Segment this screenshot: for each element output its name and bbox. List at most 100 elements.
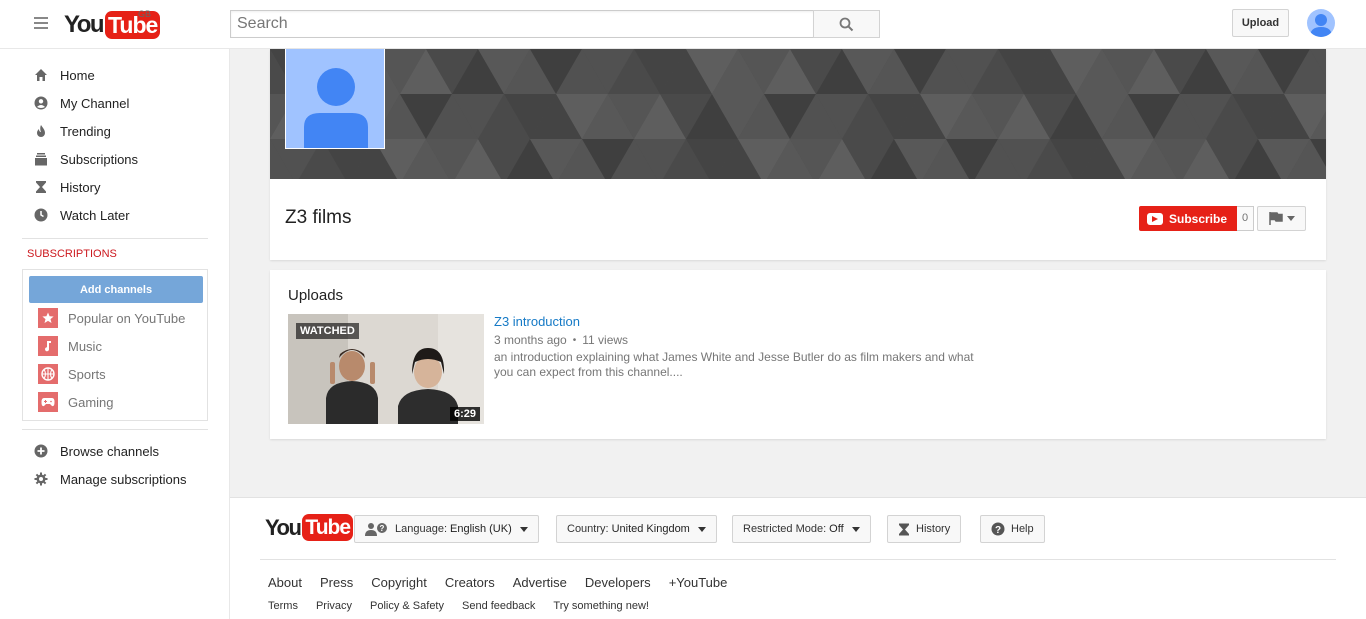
sidebar-item-manage-subscriptions[interactable]: Manage subscriptions [22, 465, 208, 493]
sidebar-item-label: Manage subscriptions [60, 471, 187, 487]
sidebar-item-watch-later[interactable]: Watch Later [22, 201, 208, 229]
sidebar-item-my-channel[interactable]: My Channel [22, 89, 208, 117]
sidebar-item-label: Browse channels [60, 443, 159, 459]
music-note-icon [38, 336, 58, 356]
meta-separator: • [572, 334, 577, 346]
sidebar-item-history[interactable]: History [22, 173, 208, 201]
footer-link-try-something-new[interactable]: Try something new! [553, 600, 649, 612]
sidebar-item-label: My Channel [60, 95, 130, 111]
channel-banner [270, 49, 1326, 179]
flag-icon [1268, 212, 1283, 225]
subscription-label: Gaming [68, 394, 114, 410]
svg-text:?: ? [380, 524, 385, 533]
help-label: Help [1011, 523, 1034, 535]
subscriber-count: 0 [1237, 206, 1255, 231]
footer-link-send-feedback[interactable]: Send feedback [462, 600, 535, 612]
subscription-item-gaming[interactable]: Gaming [38, 391, 114, 413]
footer-link-terms[interactable]: Terms [268, 600, 298, 612]
youtube-logo[interactable]: You Tube GB [64, 9, 161, 40]
restricted-value: Off [829, 523, 844, 535]
upload-button[interactable]: Upload [1232, 9, 1289, 37]
channel-title: Z3 films [285, 207, 352, 228]
video-title-link[interactable]: Z3 introduction [494, 314, 580, 329]
search-box [230, 10, 814, 38]
uploads-title[interactable]: Uploads [288, 287, 343, 304]
chevron-down-icon [697, 526, 706, 532]
add-channels-button[interactable]: Add channels [29, 276, 203, 303]
restricted-label: Restricted Mode: [743, 523, 827, 535]
footer-history-button[interactable]: History [887, 515, 962, 543]
watched-badge: WATCHED [296, 323, 359, 339]
footer-link-creators[interactable]: Creators [445, 575, 495, 590]
footer-link-about[interactable]: About [268, 575, 302, 590]
language-value: English (UK) [450, 523, 512, 535]
video-duration: 6:29 [449, 407, 480, 421]
footer-secondary-links: Terms Privacy Policy & Safety Send feedb… [268, 600, 667, 612]
logo-tube: Tube [105, 11, 161, 39]
subscription-item-sports[interactable]: Sports [38, 363, 106, 385]
account-icon [34, 96, 48, 110]
search-input[interactable] [231, 11, 814, 37]
restricted-mode-button[interactable]: Restricted Mode: Off [732, 515, 871, 543]
youtube-play-icon [1147, 212, 1163, 225]
subscription-item-music[interactable]: Music [38, 335, 102, 357]
sidebar-item-trending[interactable]: Trending [22, 117, 208, 145]
flame-icon [34, 124, 48, 138]
gear-icon [34, 472, 48, 486]
subscribe-button[interactable]: Subscribe 0 [1139, 206, 1255, 231]
footer-link-copyright[interactable]: Copyright [371, 575, 427, 590]
footer-logo[interactable]: You Tube [265, 514, 354, 541]
sidebar-item-label: Watch Later [60, 207, 130, 223]
footer-primary-links: About Press Copyright Creators Advertise… [268, 575, 745, 590]
menu-icon[interactable] [31, 14, 51, 34]
subscription-label: Music [68, 338, 102, 354]
sidebar-divider [22, 238, 208, 239]
subscribe-label-wrap: Subscribe [1139, 206, 1238, 231]
flag-menu-button[interactable] [1257, 206, 1306, 231]
sidebar-item-browse-channels[interactable]: Browse channels [22, 437, 208, 465]
channel-avatar[interactable] [285, 49, 385, 149]
logo-you: You [265, 514, 302, 540]
subscribe-label: Subscribe [1169, 211, 1228, 226]
plus-circle-icon [34, 444, 48, 458]
footer-link-privacy[interactable]: Privacy [316, 600, 352, 612]
search-button[interactable] [813, 10, 880, 38]
avatar-icon [304, 68, 368, 148]
subscription-item-popular[interactable]: Popular on YouTube [38, 307, 185, 329]
masthead: You Tube GB Upload [0, 0, 1366, 49]
history-label: History [916, 523, 951, 535]
subscriptions-icon [34, 152, 48, 166]
video-thumbnail[interactable]: WATCHED 6:29 [288, 314, 484, 424]
help-button[interactable]: ? Help [980, 515, 1045, 543]
clock-icon [34, 208, 48, 222]
sidebar-item-subscriptions[interactable]: Subscriptions [22, 145, 208, 173]
chevron-down-icon [519, 526, 528, 532]
footer-link-plus-youtube[interactable]: +YouTube [669, 575, 728, 590]
account-avatar[interactable] [1307, 9, 1335, 37]
svg-text:?: ? [995, 525, 1001, 536]
subscription-label: Popular on YouTube [68, 310, 186, 326]
country-label: Country: [567, 523, 609, 535]
video-views: 11 views [582, 333, 629, 347]
sidebar-item-label: Trending [60, 123, 111, 139]
footer-link-press[interactable]: Press [320, 575, 353, 590]
country-value: United Kingdom [611, 523, 690, 535]
footer-link-developers[interactable]: Developers [585, 575, 651, 590]
footer-link-advertise[interactable]: Advertise [513, 575, 567, 590]
star-icon [38, 308, 58, 328]
sidebar-item-label: History [60, 179, 101, 195]
footer-link-policy-safety[interactable]: Policy & Safety [370, 600, 444, 612]
sidebar-item-home[interactable]: Home [22, 61, 208, 89]
home-icon [34, 68, 48, 82]
language-picker-button[interactable]: ? Language: English (UK) [354, 515, 539, 543]
country-picker-button[interactable]: Country: United Kingdom [556, 515, 717, 543]
channel-header: Z3 films Subscribe 0 [270, 49, 1326, 260]
hourglass-icon [34, 180, 48, 194]
sidebar-divider [22, 429, 208, 430]
sidebar-item-label: Subscriptions [60, 151, 139, 167]
subscriptions-heading[interactable]: SUBSCRIPTIONS [27, 248, 117, 260]
sidebar-item-label: Home [60, 67, 95, 83]
help-icon: ? [991, 522, 1005, 536]
region-code: GB [138, 9, 152, 19]
uploads-section: Uploads WATCHED 6:29 Z3 introduction 3 m… [270, 270, 1326, 439]
